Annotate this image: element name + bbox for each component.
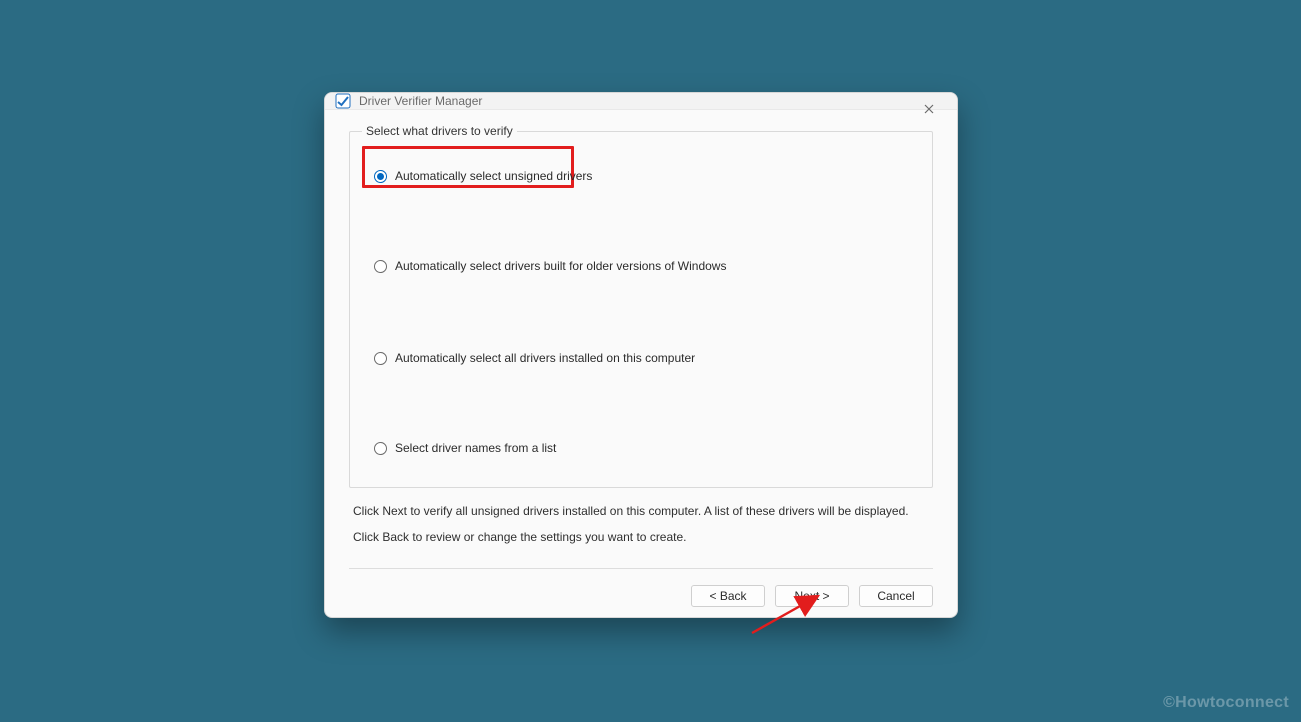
- next-button[interactable]: Next >: [775, 585, 849, 607]
- option-from-list[interactable]: Select driver names from a list: [374, 438, 556, 458]
- radio-unsigned[interactable]: [374, 170, 387, 183]
- dialog-content: Select what drivers to verify Automatica…: [325, 110, 957, 571]
- radio-older-windows[interactable]: [374, 260, 387, 273]
- back-button[interactable]: < Back: [691, 585, 765, 607]
- radio-from-list-label[interactable]: Select driver names from a list: [395, 441, 556, 455]
- group-legend: Select what drivers to verify: [362, 124, 517, 138]
- radio-from-list[interactable]: [374, 442, 387, 455]
- close-icon: [924, 104, 934, 114]
- separator: [349, 568, 933, 569]
- option-older-windows[interactable]: Automatically select drivers built for o…: [374, 256, 726, 276]
- watermark: ©Howtoconnect: [1163, 694, 1289, 712]
- info-line-2: Click Back to review or change the setti…: [349, 522, 933, 548]
- app-icon: [335, 93, 351, 109]
- cancel-button[interactable]: Cancel: [859, 585, 933, 607]
- titlebar: Driver Verifier Manager: [325, 93, 957, 110]
- select-drivers-group: Select what drivers to verify Automatica…: [349, 124, 933, 488]
- radio-older-windows-label[interactable]: Automatically select drivers built for o…: [395, 259, 726, 273]
- window-title: Driver Verifier Manager: [359, 94, 482, 108]
- dialog-window: Driver Verifier Manager Select what driv…: [324, 92, 958, 618]
- close-button[interactable]: [907, 93, 951, 125]
- radio-unsigned-label[interactable]: Automatically select unsigned drivers: [395, 169, 592, 183]
- option-unsigned[interactable]: Automatically select unsigned drivers: [374, 166, 592, 186]
- radio-all-drivers-label[interactable]: Automatically select all drivers install…: [395, 351, 695, 365]
- radio-all-drivers[interactable]: [374, 352, 387, 365]
- button-row: < Back Next > Cancel: [325, 571, 957, 618]
- option-all-drivers[interactable]: Automatically select all drivers install…: [374, 348, 695, 368]
- info-line-1: Click Next to verify all unsigned driver…: [349, 488, 933, 522]
